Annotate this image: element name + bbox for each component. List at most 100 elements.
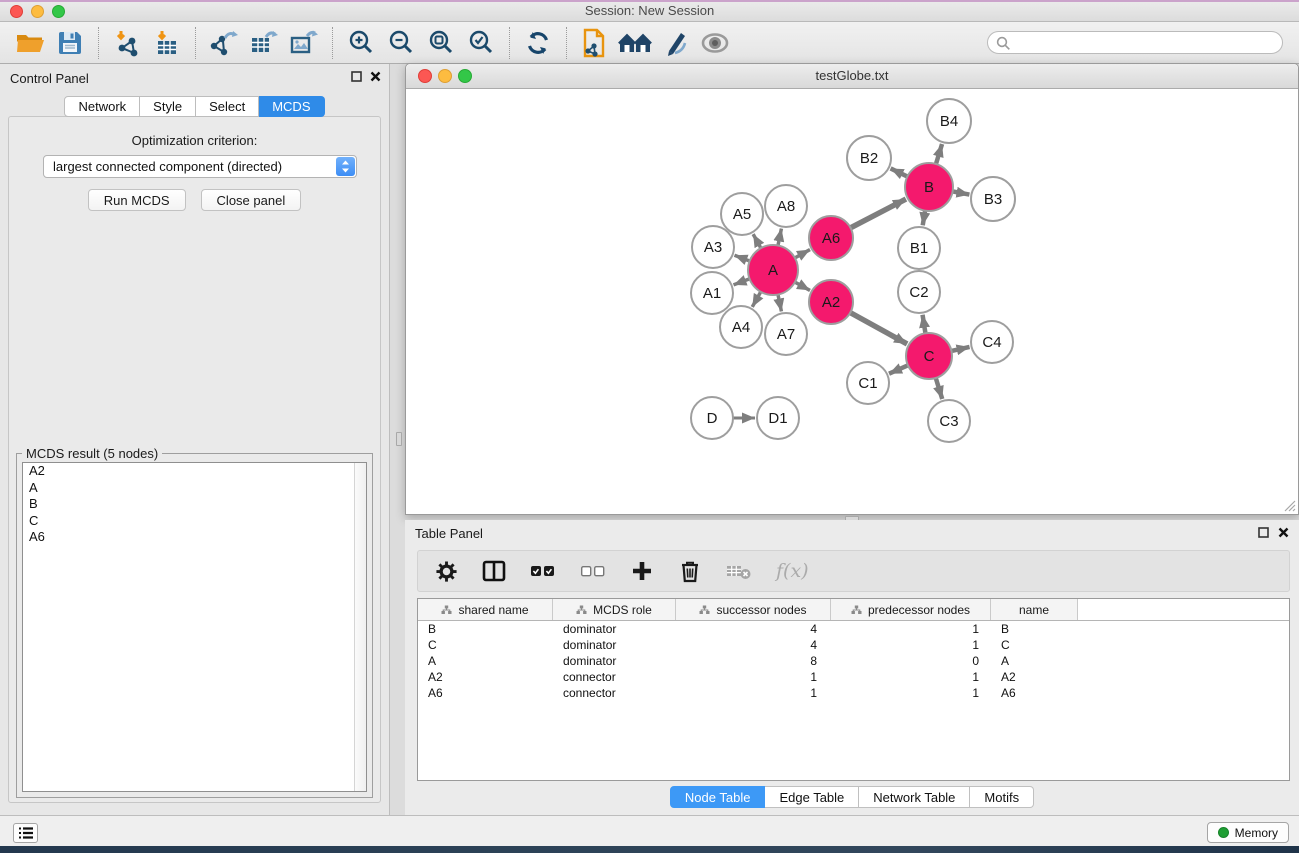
- control-panel-title: Control Panel: [10, 71, 89, 86]
- graph-node-C[interactable]: C: [906, 333, 952, 379]
- mcds-result-item[interactable]: B: [23, 496, 366, 513]
- network-file-button[interactable]: [575, 25, 615, 61]
- select-all-button[interactable]: [530, 564, 556, 578]
- network-canvas[interactable]: B4 B2 B B3 A8A5 A6 A3 B1 A A1 C2 A2 A4 A7 C4 C C1 C3 D D1: [407, 89, 1298, 514]
- network-window-titlebar[interactable]: testGlobe.txt: [406, 64, 1298, 89]
- graph-node-A8[interactable]: A8: [765, 185, 807, 227]
- graph-node-D[interactable]: D: [691, 397, 733, 439]
- tab-motifs[interactable]: Motifs: [970, 786, 1034, 808]
- main-toolbar: [0, 22, 1299, 64]
- resize-grip-icon[interactable]: [1283, 499, 1296, 512]
- graph-node-C3[interactable]: C3: [928, 400, 970, 442]
- tab-network-table[interactable]: Network Table: [859, 786, 970, 808]
- graph-node-B3[interactable]: B3: [971, 177, 1015, 221]
- network-file-icon: [581, 28, 609, 58]
- export-table-button[interactable]: [244, 25, 284, 61]
- graph-node-A4[interactable]: A4: [720, 306, 762, 348]
- graph-node-C1[interactable]: C1: [847, 362, 889, 404]
- node-label: A1: [703, 285, 721, 302]
- deselect-all-button[interactable]: [580, 564, 606, 578]
- annotation-pen-button[interactable]: [655, 25, 695, 61]
- mcds-result-list[interactable]: A2ABCA6: [22, 462, 367, 792]
- table-cell: B: [418, 622, 553, 636]
- show-hide-button[interactable]: [695, 25, 735, 61]
- mcds-result-item[interactable]: A: [23, 480, 366, 497]
- graph-node-A1[interactable]: A1: [691, 272, 733, 314]
- zoom-in-button[interactable]: [341, 25, 381, 61]
- column-header-MCDS-role[interactable]: MCDS role: [553, 599, 676, 620]
- open-session-button[interactable]: [10, 25, 50, 61]
- table-row[interactable]: Cdominator41C: [418, 637, 1289, 653]
- graph-node-A[interactable]: A: [748, 245, 798, 295]
- close-panel-icon[interactable]: [370, 71, 381, 82]
- search-field[interactable]: [987, 31, 1283, 54]
- show-columns-button[interactable]: [482, 560, 506, 582]
- import-network-button[interactable]: [107, 25, 147, 61]
- tab-node-table[interactable]: Node Table: [670, 786, 766, 808]
- delete-column-button[interactable]: [678, 560, 702, 583]
- function-builder-button[interactable]: f(x): [776, 560, 809, 582]
- import-table-button[interactable]: [147, 25, 187, 61]
- graph-node-B1[interactable]: B1: [898, 227, 940, 269]
- search-input[interactable]: [1014, 36, 1264, 50]
- close-panel-button[interactable]: Close panel: [201, 189, 302, 211]
- export-image-button[interactable]: [284, 25, 324, 61]
- mcds-result-item[interactable]: A6: [23, 529, 366, 546]
- create-column-button[interactable]: [630, 560, 654, 582]
- graph-node-C2[interactable]: C2: [898, 271, 940, 313]
- tab-edge-table[interactable]: Edge Table: [765, 786, 859, 808]
- export-network-button[interactable]: [204, 25, 244, 61]
- graph-node-C4[interactable]: C4: [971, 321, 1013, 363]
- graph-node-A6[interactable]: A6: [809, 216, 853, 260]
- table-cell: connector: [553, 670, 676, 684]
- vertical-splitter-handle[interactable]: [396, 432, 402, 446]
- zoom-selected-button[interactable]: [461, 25, 501, 61]
- close-panel-icon[interactable]: [1278, 527, 1289, 538]
- tab-select[interactable]: Select: [196, 96, 259, 117]
- graph-node-B2[interactable]: B2: [847, 136, 891, 180]
- column-header-name[interactable]: name: [991, 599, 1078, 620]
- network-window-title: testGlobe.txt: [406, 68, 1298, 83]
- column-header-shared-name[interactable]: shared name: [418, 599, 553, 620]
- mcds-result-item[interactable]: C: [23, 513, 366, 530]
- node-label: D: [707, 410, 718, 427]
- tab-mcds[interactable]: MCDS: [259, 96, 324, 117]
- home-button[interactable]: [615, 25, 655, 61]
- tab-style[interactable]: Style: [140, 96, 196, 117]
- scrollbar[interactable]: [354, 463, 366, 791]
- table-settings-button[interactable]: [434, 560, 458, 583]
- table-row[interactable]: A6connector11A6: [418, 685, 1289, 701]
- graph-node-A3[interactable]: A3: [692, 226, 734, 268]
- refresh-view-button[interactable]: [518, 25, 558, 61]
- graph-node-A7[interactable]: A7: [765, 313, 807, 355]
- graph-node-A5[interactable]: A5: [721, 193, 763, 235]
- delete-table-button[interactable]: [726, 562, 752, 580]
- trash-icon: [680, 560, 700, 583]
- tab-network[interactable]: Network: [64, 96, 140, 117]
- criterion-select[interactable]: largest connected component (directed): [43, 155, 357, 178]
- table-row[interactable]: A2connector11A2: [418, 669, 1289, 685]
- save-floppy-icon: [57, 30, 83, 56]
- float-panel-icon[interactable]: [1258, 527, 1269, 538]
- mcds-result-item[interactable]: A2: [23, 463, 366, 480]
- table-cell: connector: [553, 686, 676, 700]
- task-history-button[interactable]: [13, 823, 38, 843]
- memory-button[interactable]: Memory: [1207, 822, 1289, 843]
- graph-node-B4[interactable]: B4: [927, 99, 971, 143]
- table-row[interactable]: Bdominator41B: [418, 621, 1289, 637]
- run-mcds-button[interactable]: Run MCDS: [88, 189, 186, 211]
- graph-node-B[interactable]: B: [905, 163, 953, 211]
- node-table[interactable]: shared nameMCDS rolesuccessor nodesprede…: [417, 598, 1290, 781]
- column-header-predecessor-nodes[interactable]: predecessor nodes: [831, 599, 991, 620]
- node-label: C1: [858, 375, 877, 392]
- graph-node-A2[interactable]: A2: [809, 280, 853, 324]
- float-panel-icon[interactable]: [351, 71, 362, 82]
- column-header-successor-nodes[interactable]: successor nodes: [676, 599, 831, 620]
- table-header-row: shared nameMCDS rolesuccessor nodesprede…: [418, 599, 1289, 621]
- table-row[interactable]: Adominator80A: [418, 653, 1289, 669]
- node-label: A7: [777, 326, 795, 343]
- save-session-button[interactable]: [50, 25, 90, 61]
- zoom-fit-button[interactable]: [421, 25, 461, 61]
- zoom-out-button[interactable]: [381, 25, 421, 61]
- graph-node-D1[interactable]: D1: [757, 397, 799, 439]
